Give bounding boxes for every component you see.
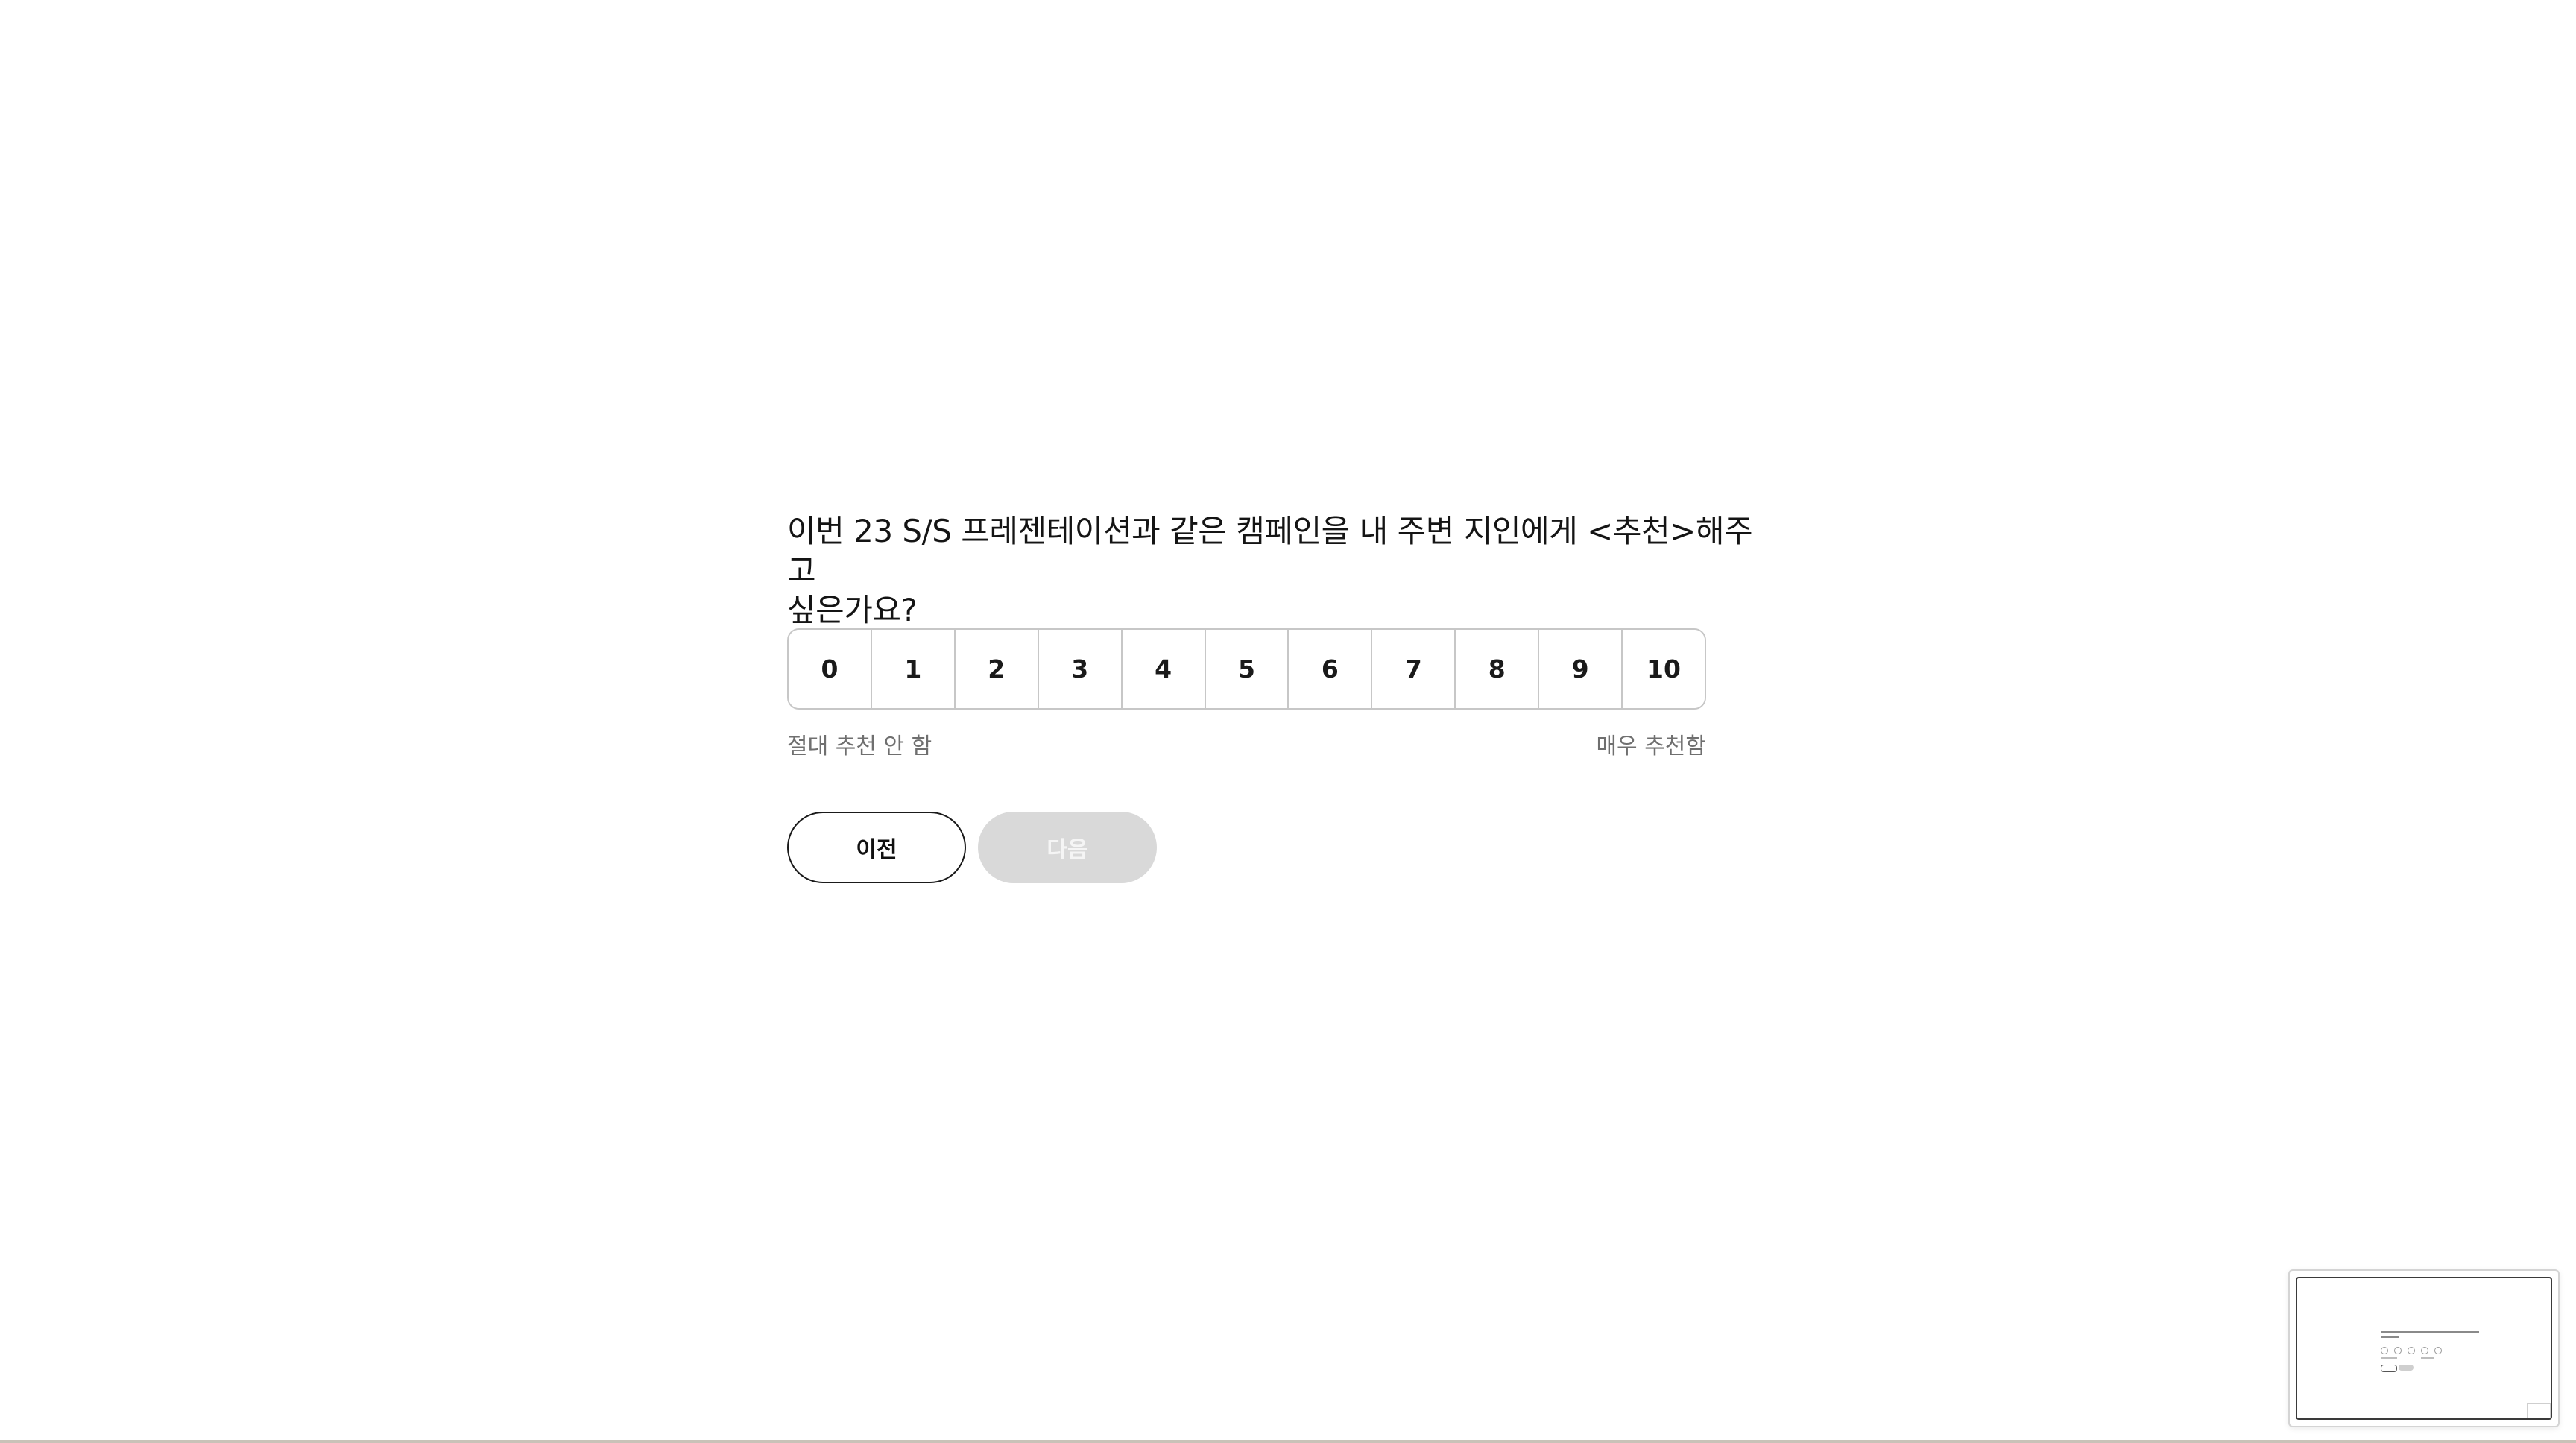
- preview-dot: [2381, 1347, 2388, 1354]
- preview-frame: [2296, 1277, 2552, 1420]
- preview-question-line: [2381, 1336, 2399, 1338]
- rating-option-9[interactable]: 9: [1539, 630, 1623, 708]
- preview-prev-button: [2381, 1365, 2397, 1372]
- preview-label: [2421, 1357, 2434, 1359]
- scale-min-label: 절대 추천 안 함: [787, 733, 932, 760]
- rating-option-4[interactable]: 4: [1122, 630, 1206, 708]
- rating-option-1[interactable]: 1: [871, 630, 956, 708]
- next-button[interactable]: 다음: [978, 812, 1157, 883]
- preview-dot: [2434, 1347, 2442, 1354]
- rating-option-8[interactable]: 8: [1456, 630, 1540, 708]
- rating-option-6[interactable]: 6: [1289, 630, 1373, 708]
- question-text: 이번 23 S/S 프레젠테이션과 같은 캠페인을 내 주변 지인에게 <추천>…: [787, 511, 1771, 630]
- rating-option-3[interactable]: 3: [1038, 630, 1123, 708]
- preview-next-button: [2399, 1365, 2414, 1371]
- rating-option-2[interactable]: 2: [955, 630, 1039, 708]
- rating-option-5[interactable]: 5: [1205, 630, 1289, 708]
- preview-corner-box: [2527, 1403, 2551, 1418]
- previous-button[interactable]: 이전: [787, 812, 966, 883]
- preview-question-line: [2381, 1331, 2479, 1333]
- nps-rating-scale: 0 1 2 3 4 5 6 7 8 9 10: [787, 628, 1706, 710]
- preview-dot: [2421, 1347, 2428, 1354]
- scale-max-label: 매우 추천함: [1596, 733, 1706, 760]
- preview-dot: [2408, 1347, 2415, 1354]
- rating-option-10[interactable]: 10: [1623, 630, 1705, 708]
- page-preview-thumbnail[interactable]: [2288, 1269, 2560, 1427]
- preview-label: [2381, 1357, 2397, 1359]
- question-line-2: 싶은가요?: [787, 592, 918, 628]
- survey-question-panel: 이번 23 S/S 프레젠테이션과 같은 캠페인을 내 주변 지인에게 <추천>…: [787, 511, 1771, 883]
- rating-option-0[interactable]: 0: [789, 630, 872, 708]
- rating-option-7[interactable]: 7: [1372, 630, 1456, 708]
- window-bottom-edge: [0, 1440, 2576, 1443]
- preview-dot: [2394, 1347, 2402, 1354]
- question-line-1: 이번 23 S/S 프레젠테이션과 같은 캠페인을 내 주변 지인에게 <추천>…: [787, 513, 1753, 589]
